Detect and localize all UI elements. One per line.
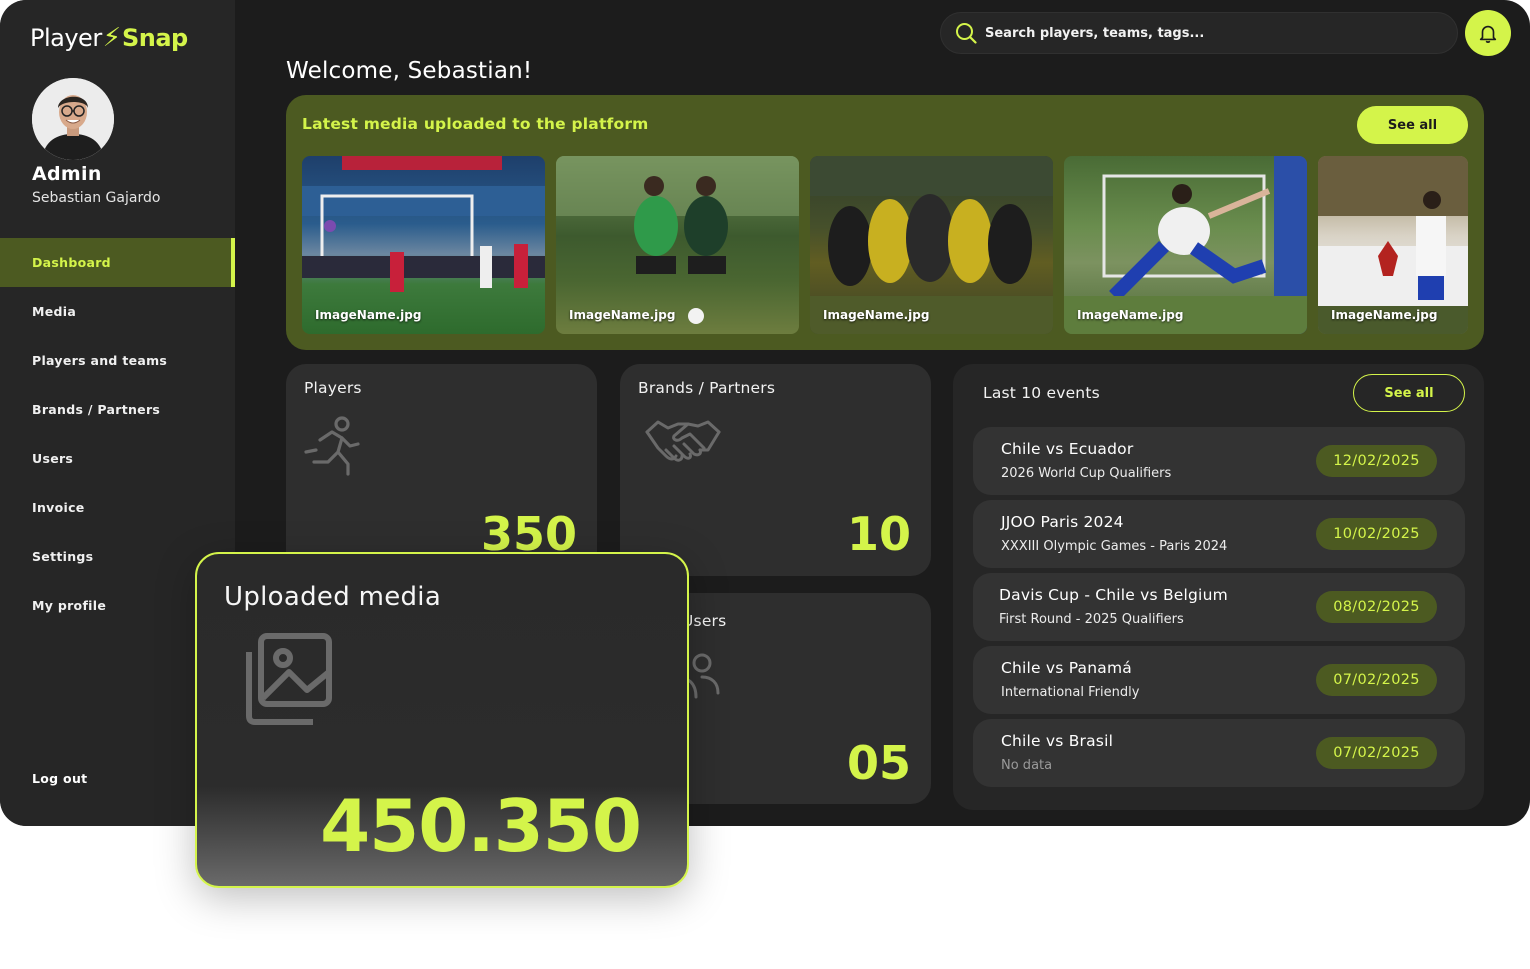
user-role: Admin: [32, 163, 102, 185]
logout-button[interactable]: Log out: [32, 771, 87, 786]
event-subtitle: First Round - 2025 Qualifiers: [999, 612, 1184, 627]
avatar[interactable]: [32, 78, 114, 160]
media-see-all-button[interactable]: See all: [1357, 106, 1468, 144]
notifications-button[interactable]: [1465, 10, 1511, 56]
logo-text-snap: Snap: [121, 24, 188, 52]
event-title: Chile vs Brasil: [1001, 732, 1114, 750]
event-date-badge: 10/02/2025: [1316, 518, 1437, 550]
media-thumbnail[interactable]: ImageName.jpg: [302, 156, 545, 334]
brands-stat-card[interactable]: Brands / Partners 10: [620, 364, 931, 576]
event-row[interactable]: Chile vs Brasil No data 07/02/2025: [973, 719, 1465, 787]
page-title: Welcome, Sebastian!: [286, 58, 533, 84]
event-title: Davis Cup - Chile vs Belgium: [999, 586, 1228, 604]
latest-media-title: Latest media uploaded to the platform: [302, 115, 649, 133]
image-gallery-icon: [246, 633, 332, 725]
sidebar-item-players-and-teams[interactable]: Players and teams: [0, 336, 235, 385]
sidebar-item-dashboard[interactable]: Dashboard: [0, 238, 235, 287]
event-date-badge: 07/02/2025: [1316, 737, 1437, 769]
bell-icon: [1479, 25, 1497, 43]
event-row[interactable]: JJOO Paris 2024 XXXIII Olympic Games - P…: [973, 500, 1465, 568]
media-caption: ImageName.jpg: [569, 308, 676, 322]
logo-text-player: Player: [30, 24, 102, 52]
sidebar-item-users[interactable]: Users: [0, 434, 235, 483]
uploaded-media-label: Uploaded media: [224, 582, 442, 612]
event-subtitle: 2026 World Cup Qualifiers: [1001, 466, 1172, 481]
media-thumbnails: ImageName.jpg ImageName.jpg ImageName.jp…: [302, 156, 1468, 334]
event-date-badge: 07/02/2025: [1316, 664, 1437, 696]
uploaded-media-stat-card[interactable]: Uploaded media 450.350: [195, 552, 689, 888]
media-caption: ImageName.jpg: [315, 308, 422, 322]
latest-media-panel: Latest media uploaded to the platform Se…: [286, 95, 1484, 350]
media-thumbnail[interactable]: ImageName.jpg: [1318, 156, 1468, 334]
search-icon: [956, 23, 977, 44]
event-date-badge: 08/02/2025: [1316, 591, 1437, 623]
events-title: Last 10 events: [983, 384, 1100, 402]
media-caption: ImageName.jpg: [823, 308, 930, 322]
event-title: Chile vs Panamá: [1001, 659, 1132, 677]
lightning-icon: ⚡: [102, 23, 121, 53]
search-placeholder: Search players, teams, tags...: [985, 25, 1205, 41]
brands-stat-label: Brands / Partners: [638, 379, 776, 397]
event-row[interactable]: Davis Cup - Chile vs Belgium First Round…: [973, 573, 1465, 641]
players-stat-card[interactable]: Players 350: [286, 364, 597, 576]
handshake-icon: [645, 420, 721, 462]
uploaded-media-value: 450.350: [320, 784, 642, 868]
running-person-icon: [304, 416, 360, 476]
event-title: Chile vs Ecuador: [1001, 440, 1134, 458]
brands-stat-value: 10: [846, 507, 911, 561]
event-row[interactable]: Chile vs Panamá International Friendly 0…: [973, 646, 1465, 714]
user-name: Sebastian Gajardo: [32, 190, 161, 206]
logo[interactable]: Player ⚡ Snap: [30, 20, 188, 56]
event-title: JJOO Paris 2024: [1001, 513, 1124, 531]
users-stat-value: 05: [846, 736, 911, 790]
event-subtitle: XXXIII Olympic Games - Paris 2024: [1001, 539, 1228, 554]
event-row[interactable]: Chile vs Ecuador 2026 World Cup Qualifie…: [973, 427, 1465, 495]
sidebar-item-media[interactable]: Media: [0, 287, 235, 336]
media-thumbnail[interactable]: ImageName.jpg: [1064, 156, 1307, 334]
event-subtitle: No data: [1001, 758, 1053, 773]
event-subtitle: International Friendly: [1001, 685, 1140, 700]
events-see-all-button[interactable]: See all: [1353, 374, 1465, 412]
media-thumbnail[interactable]: ImageName.jpg: [556, 156, 799, 334]
media-caption: ImageName.jpg: [1331, 308, 1438, 322]
media-caption: ImageName.jpg: [1077, 308, 1184, 322]
search-input[interactable]: Search players, teams, tags...: [940, 12, 1458, 54]
events-panel: Last 10 events See all Chile vs Ecuador …: [953, 364, 1484, 810]
sidebar-item-invoice[interactable]: Invoice: [0, 483, 235, 532]
event-date-badge: 12/02/2025: [1316, 445, 1437, 477]
media-thumbnail[interactable]: ImageName.jpg: [810, 156, 1053, 334]
sidebar-item-brands-partners[interactable]: Brands / Partners: [0, 385, 235, 434]
players-stat-label: Players: [304, 379, 362, 397]
